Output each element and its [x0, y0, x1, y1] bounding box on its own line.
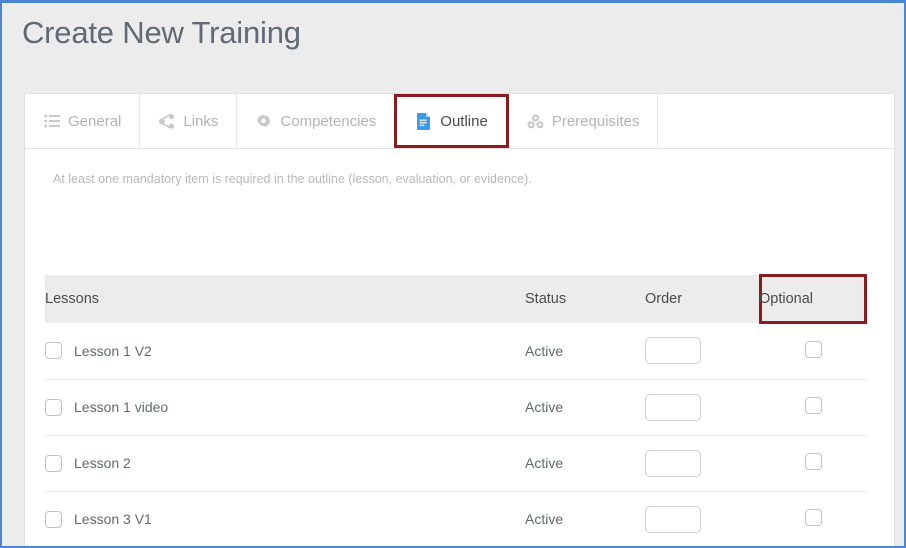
lesson-cell: Lesson 2 [45, 435, 525, 491]
order-input[interactable] [645, 337, 701, 364]
tab-general[interactable]: General [25, 94, 140, 148]
lesson-wrap: Lesson 3 V1 [45, 511, 525, 528]
column-header-lessons-label: Lessons [45, 291, 99, 307]
tab-strip: General Links [25, 94, 894, 149]
optional-cell [759, 491, 867, 547]
lesson-name: Lesson 3 V1 [74, 511, 152, 527]
table-row: Lesson 1 video Active [45, 379, 867, 435]
document-icon [415, 113, 432, 130]
tab-general-label: General [68, 114, 121, 129]
lesson-wrap: Lesson 2 [45, 455, 525, 472]
lessons-table: Lessons Status Order Optional [45, 275, 867, 548]
row-select-checkbox[interactable] [45, 399, 62, 416]
tab-competencies-label: Competencies [280, 114, 376, 129]
lesson-wrap: Lesson 1 V2 [45, 342, 525, 359]
column-header-order-label: Order [645, 291, 682, 307]
column-header-lessons[interactable]: Lessons [45, 275, 525, 323]
column-header-status-label: Status [525, 291, 566, 307]
tab-links-label: Links [183, 114, 218, 129]
browser-window-frame: Create New Training General [0, 0, 906, 548]
lessons-table-head: Lessons Status Order Optional [45, 275, 867, 323]
lesson-wrap: Lesson 1 video [45, 399, 525, 416]
order-cell [645, 323, 759, 379]
row-select-checkbox[interactable] [45, 455, 62, 472]
lesson-name: Lesson 2 [74, 455, 131, 471]
lesson-cell: Lesson 3 V1 [45, 491, 525, 547]
status-cell: Active [525, 491, 645, 547]
order-input[interactable] [645, 394, 701, 421]
lessons-table-body: Lesson 1 V2ActiveLesson 1 videoActiveLes… [45, 323, 867, 548]
lesson-cell: Lesson 1 V2 [45, 323, 525, 379]
share-icon [158, 113, 175, 130]
order-cell [645, 491, 759, 547]
tab-links[interactable]: Links [140, 94, 237, 148]
tab-outline-label: Outline [440, 114, 488, 129]
row-select-checkbox[interactable] [45, 342, 62, 359]
optional-checkbox[interactable] [805, 453, 822, 470]
lesson-name: Lesson 1 video [74, 399, 168, 415]
optional-cell [759, 435, 867, 491]
column-header-status[interactable]: Status [525, 275, 645, 323]
table-row: Lesson 1 V2 Active [45, 323, 867, 379]
order-cell [645, 435, 759, 491]
content-card: General Links [24, 93, 895, 548]
status-cell: Active [525, 435, 645, 491]
tab-prerequisites[interactable]: Prerequisites [509, 94, 659, 148]
status-cell: Active [525, 323, 645, 379]
column-header-optional[interactable]: Optional [759, 275, 867, 323]
optional-cell [759, 323, 867, 379]
outline-helper-text: At least one mandatory item is required … [53, 172, 532, 186]
tab-outline[interactable]: Outline [394, 94, 509, 148]
tab-competencies[interactable]: Competencies [237, 94, 395, 148]
row-select-checkbox[interactable] [45, 511, 62, 528]
list-icon [43, 113, 60, 130]
table-row: Lesson 2 Active [45, 435, 867, 491]
optional-checkbox[interactable] [805, 397, 822, 414]
table-row: Lesson 3 V1 Active [45, 491, 867, 547]
column-header-optional-label: Optional [759, 291, 813, 307]
optional-checkbox[interactable] [805, 341, 822, 358]
tab-prerequisites-label: Prerequisites [552, 114, 640, 129]
badge-gear-icon [255, 113, 272, 130]
page-title: Create New Training [22, 15, 301, 51]
status-cell: Active [525, 379, 645, 435]
lesson-cell: Lesson 1 video [45, 379, 525, 435]
order-input[interactable] [645, 450, 701, 477]
column-header-order[interactable]: Order [645, 275, 759, 323]
optional-cell [759, 379, 867, 435]
order-cell [645, 379, 759, 435]
page-header: Create New Training [4, 5, 906, 91]
blocks-icon [527, 113, 544, 130]
tab-strip-filler [658, 94, 894, 148]
optional-checkbox[interactable] [805, 509, 822, 526]
lesson-name: Lesson 1 V2 [74, 343, 152, 359]
table-header-row: Lessons Status Order Optional [45, 275, 867, 323]
order-input[interactable] [645, 506, 701, 533]
